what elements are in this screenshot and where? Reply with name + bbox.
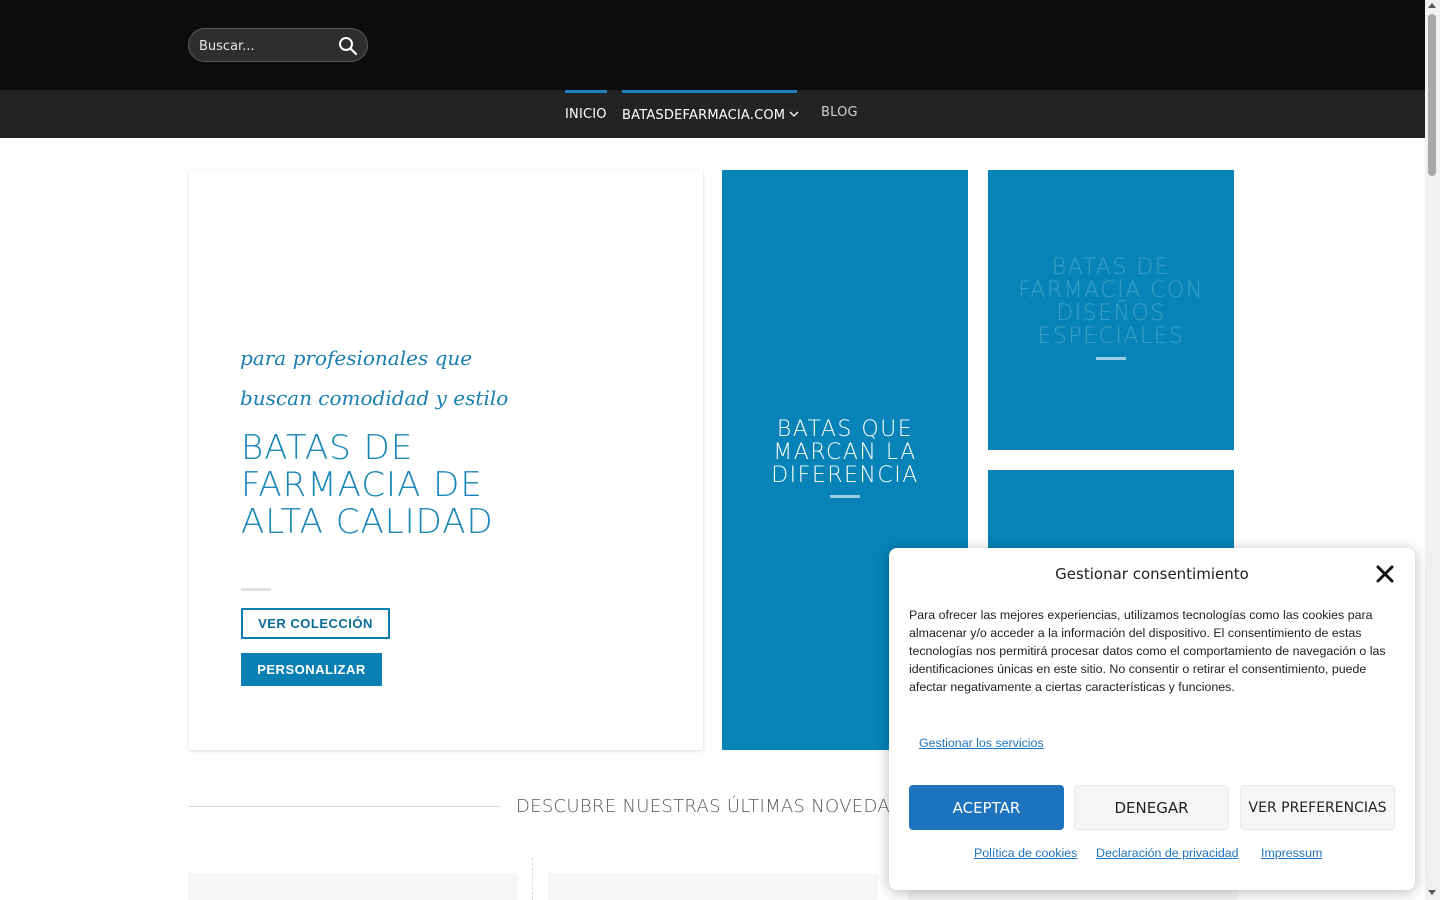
column-divider: [532, 858, 533, 900]
top-header: [0, 0, 1425, 90]
nav-item-label: BATASDEFARMACIA.COM: [622, 108, 786, 123]
consent-description: Para ofrecer las mejores experiencias, u…: [909, 608, 1386, 694]
search-input[interactable]: [199, 36, 329, 56]
manage-services-link[interactable]: Gestionar los servicios: [919, 736, 1044, 750]
accept-button[interactable]: ACEPTAR: [909, 785, 1064, 830]
view-preferences-button[interactable]: VER PREFERENCIAS: [1240, 785, 1395, 830]
search-box[interactable]: [188, 28, 368, 62]
close-icon[interactable]: [1375, 564, 1395, 584]
hero-divider: [241, 588, 271, 591]
privacy-statement-link[interactable]: Declaración de privacidad: [1096, 846, 1239, 860]
modal-title: Gestionar consentimiento: [1055, 565, 1249, 583]
customize-button[interactable]: PERSONALIZAR: [241, 653, 382, 686]
section-divider-line: [188, 806, 501, 807]
search-icon[interactable]: [338, 36, 358, 56]
hero-tagline: para profesionales que buscan comodidad …: [240, 346, 509, 410]
view-collection-button[interactable]: VER COLECCIÓN: [241, 608, 390, 639]
nav-item-blog[interactable]: BLOG: [821, 90, 858, 138]
nav-item-batasdefarmacia[interactable]: BATASDEFARMACIA.COM: [622, 90, 799, 138]
tile-label: BATAS QUE MARCAN LA DIFERENCIA: [771, 417, 919, 488]
product-card[interactable]: [548, 873, 878, 900]
scroll-down-icon[interactable]: [1428, 890, 1436, 895]
hero-title: BATAS DE FARMACIA DE ALTA CALIDAD: [241, 428, 494, 542]
tile-divider: [830, 495, 860, 498]
section-title: DESCUBRE NUESTRAS ÚLTIMAS NOVEDADES: [516, 796, 928, 817]
impressum-link[interactable]: Impressum: [1261, 846, 1322, 860]
tile-divider: [1096, 357, 1126, 360]
tile-disenos-especiales[interactable]: BATAS DE FARMACIA CON DISEÑOS ESPECIALES: [988, 170, 1234, 450]
tile-label: BATAS DE FARMACIA CON DISEÑOS ESPECIALES: [1018, 255, 1204, 349]
cookie-policy-link[interactable]: Política de cookies: [974, 846, 1077, 860]
scrollbar-thumb[interactable]: [1428, 14, 1436, 176]
chevron-down-icon: [789, 93, 799, 117]
cookie-consent-modal: Gestionar consentimiento Para ofrecer la…: [889, 548, 1415, 890]
main-nav: INICIO BATASDEFARMACIA.COM BLOG: [0, 90, 1425, 138]
scroll-up-icon[interactable]: [1428, 3, 1436, 8]
deny-button[interactable]: DENEGAR: [1074, 785, 1229, 830]
nav-item-inicio[interactable]: INICIO: [565, 90, 607, 138]
product-card[interactable]: [188, 873, 518, 900]
